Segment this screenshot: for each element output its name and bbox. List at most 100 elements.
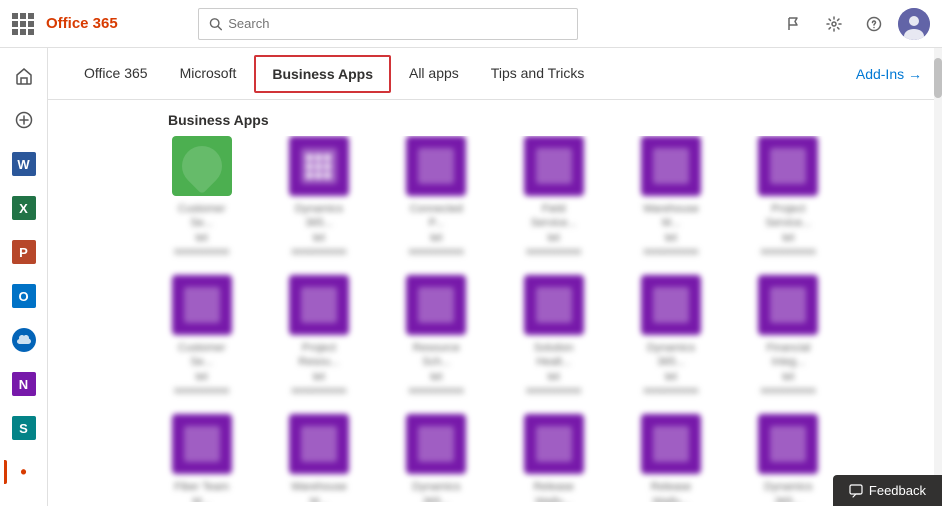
sidebar: W X P O N S • <box>0 48 48 506</box>
list-item[interactable]: Release Waifu...tet nnnnnnnnn <box>500 414 607 502</box>
app-tile-label: Warehouse M...tet nnnnnnnnn <box>284 480 354 502</box>
avatar[interactable] <box>898 8 930 40</box>
scrollbar-thumb[interactable] <box>934 58 942 98</box>
sidebar-item-word[interactable]: W <box>4 144 44 184</box>
feedback-button[interactable]: Feedback <box>833 475 942 506</box>
list-item[interactable]: Financial Integ...tet nnnnnnnnn <box>735 275 842 398</box>
app-tile-label: Project Resou...tet nnnnnnnnn <box>284 341 354 398</box>
search-input[interactable] <box>228 16 567 31</box>
app-tile-label: Dynamics 365...tet nnnnnnnnn <box>401 480 471 502</box>
list-item[interactable]: Project Service...tet nnnnnnnnn <box>735 136 842 259</box>
main-layout: W X P O N S • Offic <box>0 48 942 506</box>
sidebar-item-powerpoint[interactable]: P <box>4 232 44 272</box>
app-tile-icon <box>406 275 466 335</box>
app-tile-icon <box>289 275 349 335</box>
list-item[interactable]: Warehouse M...tet nnnnnnnnn <box>617 136 724 259</box>
app-tile-icon <box>172 414 232 474</box>
list-item[interactable]: Dynamics 365...tet nnnnnnnnn <box>735 414 842 502</box>
content-area: Office 365 Microsoft Business Apps All a… <box>48 48 942 506</box>
app-tile-label: Dynamics 365...tet nnnnnnnnn <box>636 341 706 398</box>
settings-button[interactable] <box>818 8 850 40</box>
list-item[interactable]: Connected P...tet nnnnnnnnn <box>383 136 490 259</box>
app-tile-icon <box>524 414 584 474</box>
app-tile-icon <box>289 136 349 196</box>
tab-microsoft[interactable]: Microsoft <box>164 48 253 100</box>
word-icon: W <box>12 152 36 176</box>
list-item[interactable]: Dynamics 365...tet nnnnnnnnn <box>265 136 372 259</box>
sidebar-item-more[interactable]: • <box>4 452 44 492</box>
app-tile-label: Release Waifu...tet nnnnnnnnn <box>636 480 706 502</box>
app-tile-icon <box>641 414 701 474</box>
page-title: Business Apps <box>48 100 942 136</box>
onedrive-icon <box>12 328 36 352</box>
feedback-label: Feedback <box>869 483 926 498</box>
feedback-icon <box>849 484 863 498</box>
app-tile-icon <box>641 136 701 196</box>
list-item[interactable]: Project Resou...tet nnnnnnnnn <box>265 275 372 398</box>
tab-business-apps[interactable]: Business Apps <box>254 55 391 93</box>
tab-all-apps[interactable]: All apps <box>393 48 475 100</box>
app-tile-label: Customer Se...tet nnnnnnnnn <box>167 202 237 259</box>
app-tile-label: Dynamics 365...tet nnnnnnnnn <box>284 202 354 259</box>
list-item[interactable]: Fiber Team M...tet nnnnnnnnn <box>148 414 255 502</box>
app-tile-label: Warehouse M...tet nnnnnnnnn <box>636 202 706 259</box>
sidebar-item-sharepoint[interactable]: S <box>4 408 44 448</box>
flag-button[interactable] <box>778 8 810 40</box>
app-tile-label: Financial Integ...tet nnnnnnnnn <box>753 341 823 398</box>
scrollbar-track <box>934 48 942 506</box>
powerpoint-icon: P <box>12 240 36 264</box>
app-tile-icon <box>406 136 466 196</box>
outlook-icon: O <box>12 284 36 308</box>
app-tile-label: Solution Healt...tet nnnnnnnnn <box>519 341 589 398</box>
app-tile-icon <box>172 275 232 335</box>
app-name: Office 365 <box>46 15 118 32</box>
sidebar-item-outlook[interactable]: O <box>4 276 44 316</box>
onenote-icon: N <box>12 372 36 396</box>
list-item[interactable]: Release Waifu...tet nnnnnnnnn <box>617 414 724 502</box>
search-bar[interactable] <box>198 8 578 40</box>
app-tile-label: Fiber Team M...tet nnnnnnnnn <box>167 480 237 502</box>
apps-grid-container: Customer Se...tet nnnnnnnnn Dynamics 365… <box>48 136 942 502</box>
apps-grid: Customer Se...tet nnnnnnnnn Dynamics 365… <box>148 136 842 502</box>
list-item[interactable]: Dynamics 365...tet nnnnnnnnn <box>383 414 490 502</box>
sidebar-item-excel[interactable]: X <box>4 188 44 228</box>
help-button[interactable] <box>858 8 890 40</box>
sharepoint-icon: S <box>12 416 36 440</box>
app-tile-label: Dynamics 365...tet nnnnnnnnn <box>753 480 823 502</box>
tab-office365[interactable]: Office 365 <box>68 48 164 100</box>
addins-link[interactable]: Add-Ins → <box>856 66 922 82</box>
list-item[interactable]: Resource Sch...tet nnnnnnnnn <box>383 275 490 398</box>
list-item[interactable]: Customer Se...tet nnnnnnnnn <box>148 136 255 259</box>
search-icon <box>209 17 222 31</box>
app-tile-icon <box>406 414 466 474</box>
list-item[interactable]: Customer Se...tet nnnnnnnnn <box>148 275 255 398</box>
app-tile-icon <box>289 414 349 474</box>
app-tile-icon <box>641 275 701 335</box>
app-tile-label: Customer Se...tet nnnnnnnnn <box>167 341 237 398</box>
app-logo: Office 365 <box>46 15 186 32</box>
app-tile-label: Resource Sch...tet nnnnnnnnn <box>401 341 471 398</box>
list-item[interactable]: Solution Healt...tet nnnnnnnnn <box>500 275 607 398</box>
app-tile-icon <box>524 275 584 335</box>
sidebar-item-home[interactable] <box>4 56 44 96</box>
topbar: Office 365 <box>0 0 942 48</box>
list-item[interactable]: Dynamics 365...tet nnnnnnnnn <box>617 275 724 398</box>
app-tile-icon <box>524 136 584 196</box>
app-tile-label: Field Service...tet nnnnnnnnn <box>519 202 589 259</box>
sidebar-item-add[interactable] <box>4 100 44 140</box>
topbar-actions <box>778 8 930 40</box>
tab-tips-tricks[interactable]: Tips and Tricks <box>475 48 601 100</box>
sidebar-item-onenote[interactable]: N <box>4 364 44 404</box>
app-tile-icon <box>172 136 232 196</box>
nav-tabs: Office 365 Microsoft Business Apps All a… <box>48 48 942 100</box>
app-tile-label: Connected P...tet nnnnnnnnn <box>401 202 471 259</box>
list-item[interactable]: Field Service...tet nnnnnnnnn <box>500 136 607 259</box>
app-tile-label: Release Waifu...tet nnnnnnnnn <box>519 480 589 502</box>
excel-icon: X <box>12 196 36 220</box>
app-tile-icon <box>758 275 818 335</box>
list-item[interactable]: Warehouse M...tet nnnnnnnnn <box>265 414 372 502</box>
sidebar-item-onedrive[interactable] <box>4 320 44 360</box>
app-tile-icon <box>758 136 818 196</box>
app-tile-label: Project Service...tet nnnnnnnnn <box>753 202 823 259</box>
app-launcher-icon[interactable] <box>12 13 34 35</box>
